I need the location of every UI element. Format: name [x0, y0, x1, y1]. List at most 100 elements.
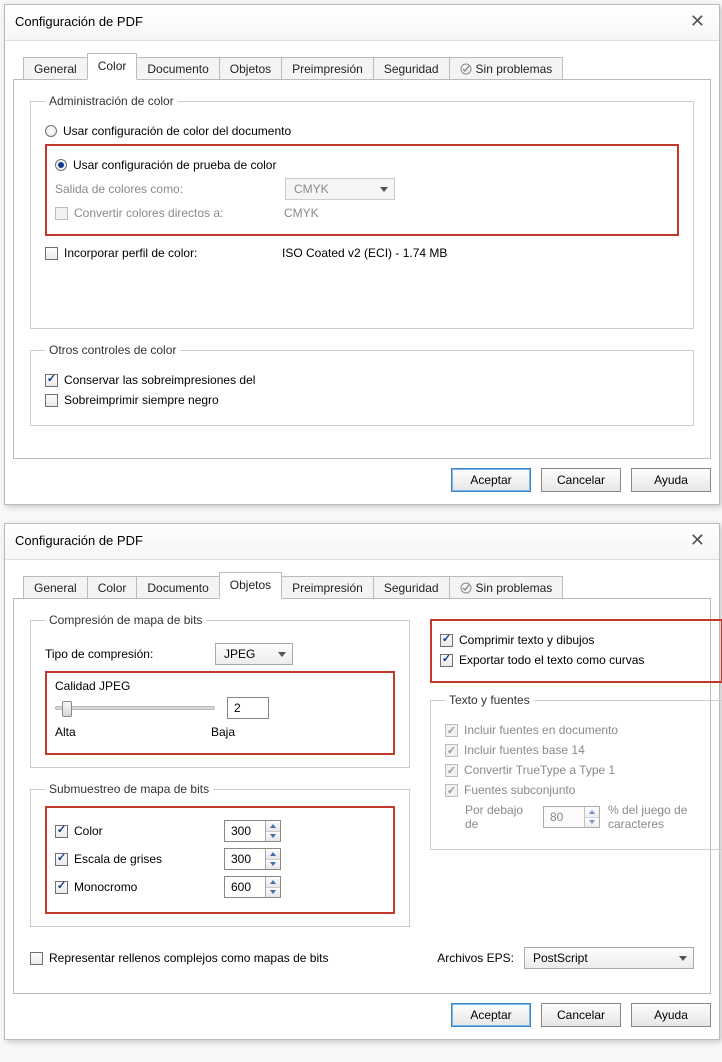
subset-threshold-row: Por debajo de % del juego de caracteres	[445, 803, 708, 831]
arrow-up-icon	[270, 852, 276, 856]
checkbox-icon	[445, 784, 458, 797]
output-colors-label: Salida de colores como:	[55, 182, 285, 196]
checkbox-icon[interactable]	[55, 825, 68, 838]
spinner[interactable]	[265, 877, 280, 897]
checkbox-icon[interactable]	[55, 853, 68, 866]
slider-thumb-icon[interactable]	[62, 701, 72, 717]
tab-objetos[interactable]: Objetos	[219, 57, 282, 81]
jpeg-quality-row	[55, 697, 385, 719]
embed-profile-row: Incorporar perfil de color: ISO Coated v…	[45, 246, 679, 260]
subsample-mono-row: Monocromo	[55, 876, 385, 898]
base14-row: Incluir fuentes base 14	[445, 743, 708, 757]
tab-preimpresion[interactable]: Preimpresión	[281, 57, 374, 81]
chevron-down-icon	[380, 187, 388, 192]
checkbox-icon[interactable]	[30, 952, 43, 965]
help-button[interactable]: Ayuda	[631, 1003, 711, 1027]
subsample-gray-label: Escala de grises	[74, 852, 224, 866]
spinner[interactable]	[265, 849, 280, 869]
quality-high-label: Alta	[55, 725, 76, 739]
ok-button[interactable]: Aceptar	[451, 468, 531, 492]
highlight-box-text-options: Comprimir texto y dibujos Exportar todo …	[430, 619, 722, 683]
checkbox-icon[interactable]	[55, 207, 68, 220]
tab-general[interactable]: General	[23, 576, 88, 600]
subsample-mono-input[interactable]	[225, 877, 265, 897]
compress-text-label: Comprimir texto y dibujos	[459, 633, 594, 647]
cancel-button[interactable]: Cancelar	[541, 468, 621, 492]
close-icon[interactable]: ✕	[684, 11, 711, 32]
dialog-title: Configuración de PDF	[15, 533, 143, 548]
highlight-box-proof: Usar configuración de prueba de color Sa…	[45, 144, 679, 236]
compression-type-value: JPEG	[224, 647, 255, 661]
subsample-color-input[interactable]	[225, 821, 265, 841]
text-as-curves-row[interactable]: Exportar todo el texto como curvas	[440, 653, 713, 667]
check-badge-icon	[460, 582, 472, 594]
color-panel: Administración de color Usar configuraci…	[13, 79, 711, 459]
checkbox-icon[interactable]	[45, 394, 58, 407]
tab-color[interactable]: Color	[87, 53, 138, 80]
jpeg-quality-slider[interactable]	[55, 706, 215, 710]
arrow-down-icon	[270, 834, 276, 838]
output-colors-select[interactable]: CMYK	[285, 178, 395, 200]
overprint-row[interactable]: Conservar las sobreimpresiones del	[45, 373, 679, 387]
tab-general[interactable]: General	[23, 57, 88, 81]
ok-button[interactable]: Aceptar	[451, 1003, 531, 1027]
complex-fills-row[interactable]: Representar rellenos complejos como mapa…	[30, 951, 328, 965]
other-color-legend: Otros controles de color	[45, 343, 180, 357]
tt2t1-row: Convertir TrueType a Type 1	[445, 763, 708, 777]
tabstrip: General Color Documento Objetos Preimpre…	[23, 572, 711, 599]
tab-objetos[interactable]: Objetos	[219, 572, 282, 599]
tab-color[interactable]: Color	[87, 576, 138, 600]
checkbox-icon[interactable]	[55, 881, 68, 894]
checkbox-icon[interactable]	[45, 247, 58, 260]
subsample-legend: Submuestreo de mapa de bits	[45, 782, 213, 796]
tab-documento[interactable]: Documento	[136, 576, 219, 600]
compression-type-label: Tipo de compresión:	[45, 647, 215, 661]
jpeg-quality-input[interactable]	[228, 698, 268, 718]
jpeg-quality-field[interactable]	[227, 697, 269, 719]
pdf-settings-dialog-objects: Configuración de PDF ✕ General Color Doc…	[4, 523, 720, 1040]
radio-use-proof-row[interactable]: Usar configuración de prueba de color	[55, 158, 669, 172]
cancel-button[interactable]: Cancelar	[541, 1003, 621, 1027]
tab-documento[interactable]: Documento	[136, 57, 219, 81]
checkbox-icon[interactable]	[440, 654, 453, 667]
subsample-gray-field[interactable]	[224, 848, 281, 870]
tab-sin-problemas[interactable]: Sin problemas	[449, 57, 564, 81]
close-icon[interactable]: ✕	[684, 530, 711, 551]
help-button[interactable]: Ayuda	[631, 468, 711, 492]
radio-use-doc-row[interactable]: Usar configuración de color del document…	[45, 124, 679, 138]
objects-panel: Compresión de mapa de bits Tipo de compr…	[13, 598, 711, 994]
subsample-gray-input[interactable]	[225, 849, 265, 869]
eps-label: Archivos EPS:	[437, 951, 514, 965]
tab-sin-problemas[interactable]: Sin problemas	[449, 576, 564, 600]
subsample-color-field[interactable]	[224, 820, 281, 842]
spinner	[584, 807, 599, 827]
radio-icon[interactable]	[45, 125, 57, 137]
arrow-down-icon	[270, 890, 276, 894]
eps-select[interactable]: PostScript	[524, 947, 694, 969]
tab-preimpresion[interactable]: Preimpresión	[281, 576, 374, 600]
convert-spot-value: CMYK	[284, 206, 319, 220]
tab-seguridad[interactable]: Seguridad	[373, 57, 450, 81]
base14-label: Incluir fuentes base 14	[464, 743, 585, 757]
spinner[interactable]	[265, 821, 280, 841]
checkbox-icon[interactable]	[45, 374, 58, 387]
radio-use-doc-label: Usar configuración de color del document…	[63, 124, 291, 138]
radio-icon[interactable]	[55, 159, 67, 171]
tabstrip: General Color Documento Objetos Preimpre…	[23, 53, 711, 80]
checkbox-icon[interactable]	[440, 634, 453, 647]
dialog-title: Configuración de PDF	[15, 14, 143, 29]
include-fonts-label: Incluir fuentes en documento	[464, 723, 618, 737]
tab-sin-problemas-label: Sin problemas	[476, 581, 553, 595]
black-overprint-row[interactable]: Sobreimprimir siempre negro	[45, 393, 679, 407]
eps-row: Archivos EPS: PostScript	[437, 947, 694, 969]
compression-type-select[interactable]: JPEG	[215, 643, 293, 665]
quality-low-label: Baja	[211, 725, 235, 739]
quality-range-labels: Alta Baja	[55, 725, 235, 739]
jpeg-quality-label: Calidad JPEG	[55, 679, 385, 693]
tab-sin-problemas-label: Sin problemas	[476, 62, 553, 76]
compress-text-row[interactable]: Comprimir texto y dibujos	[440, 633, 713, 647]
checkbox-icon	[445, 764, 458, 777]
tab-seguridad[interactable]: Seguridad	[373, 576, 450, 600]
subsample-group: Submuestreo de mapa de bits Color	[30, 782, 410, 927]
subsample-mono-field[interactable]	[224, 876, 281, 898]
